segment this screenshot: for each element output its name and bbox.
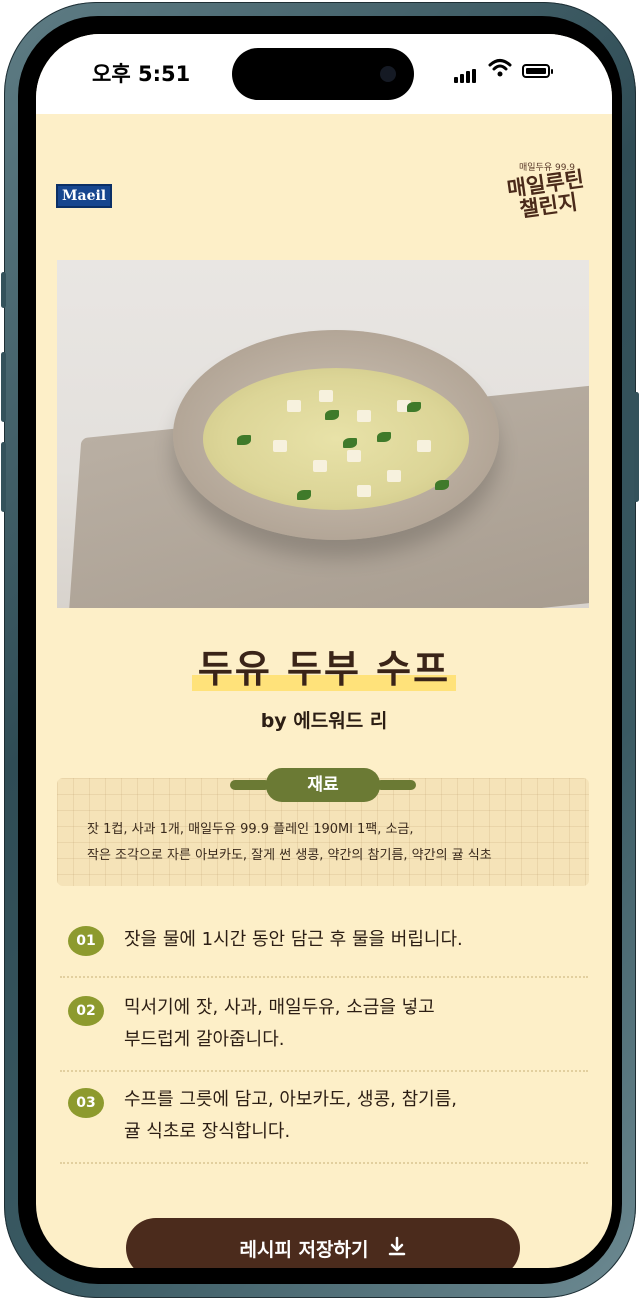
step-divider: [60, 976, 588, 978]
status-time: 오후 5:51: [92, 62, 191, 86]
rolling-pin-handle-right: [376, 780, 416, 790]
power-button: [634, 392, 639, 502]
recipe-title-block: 두유 두부 수프: [36, 638, 612, 693]
step-text-line-1: 수프를 그릇에 담고, 아보카도, 생콩, 참기름,: [124, 1089, 458, 1110]
mute-switch: [1, 272, 6, 308]
step-text-line-1: 믹서기에 잣, 사과, 매일두유, 소금을 넣고: [124, 997, 435, 1018]
step-number: 02: [68, 996, 104, 1026]
step-number: 01: [68, 926, 104, 956]
save-recipe-button[interactable]: 레시피 저장하기: [126, 1218, 520, 1268]
ingredients-label: 재료: [266, 768, 380, 802]
step-text-line-1: 잣을 물에 1시간 동안 담근 후 물을 버립니다.: [124, 929, 463, 950]
wifi-icon: [488, 58, 512, 82]
step-divider: [60, 1070, 588, 1072]
recipe-photo: [57, 260, 589, 608]
step-item: 02 믹서기에 잣, 사과, 매일두유, 소금을 넣고 부드럽게 갈아줍니다.: [60, 990, 588, 1060]
camera-icon: [380, 66, 396, 82]
dynamic-island: [232, 48, 414, 100]
step-text-line-2: 귤 식초로 장식합니다.: [124, 1121, 291, 1142]
challenge-logo: 매일두유 99.9 매일루틴 챌린지: [506, 160, 588, 230]
step-number: 03: [68, 1088, 104, 1118]
recipe-author: by 에드워드 리: [260, 710, 388, 732]
ingredients-line-2: 작은 조각으로 자른 아보카도, 잘게 썬 생콩, 약간의 참기름, 약간의 귤…: [87, 848, 492, 863]
step-item: 01 잣을 물에 1시간 동안 담근 후 물을 버립니다.: [60, 922, 588, 962]
recipe-page: Maeil 매일두유 99.9 매일루틴 챌린지 두유 두부 수프 by 에드워…: [36, 114, 612, 1268]
volume-up-button: [1, 352, 6, 422]
rolling-pin-handle-left: [230, 780, 270, 790]
phone-frame: 오후 5:51 Maeil 매일두유 99.9 매일루틴 챌린지 두유 두부 수…: [1, 2, 639, 1298]
step-item: 03 수프를 그릇에 담고, 아보카도, 생콩, 참기름, 귤 식초로 장식합니…: [60, 1082, 588, 1152]
maeil-logo[interactable]: Maeil: [56, 184, 113, 208]
volume-down-button: [1, 442, 6, 512]
ingredients-line-1: 잣 1컵, 사과 1개, 매일두유 99.9 플레인 190Ml 1팩, 소금,: [87, 822, 414, 837]
challenge-logo-title: 매일루틴 챌린지: [505, 166, 586, 222]
step-text-line-2: 부드럽게 갈아줍니다.: [124, 1029, 285, 1050]
step-divider: [60, 1162, 588, 1164]
screen: 오후 5:51 Maeil 매일두유 99.9 매일루틴 챌린지 두유 두부 수…: [36, 34, 612, 1268]
download-icon: [388, 1236, 406, 1261]
status-bar: 오후 5:51: [36, 34, 612, 114]
ingredients-label-badge: 재료: [230, 768, 416, 802]
cellular-signal-icon: [454, 64, 478, 83]
save-recipe-label: 레시피 저장하기: [239, 1238, 369, 1261]
battery-icon: [522, 64, 553, 78]
recipe-title: 두유 두부 수프: [191, 638, 457, 693]
